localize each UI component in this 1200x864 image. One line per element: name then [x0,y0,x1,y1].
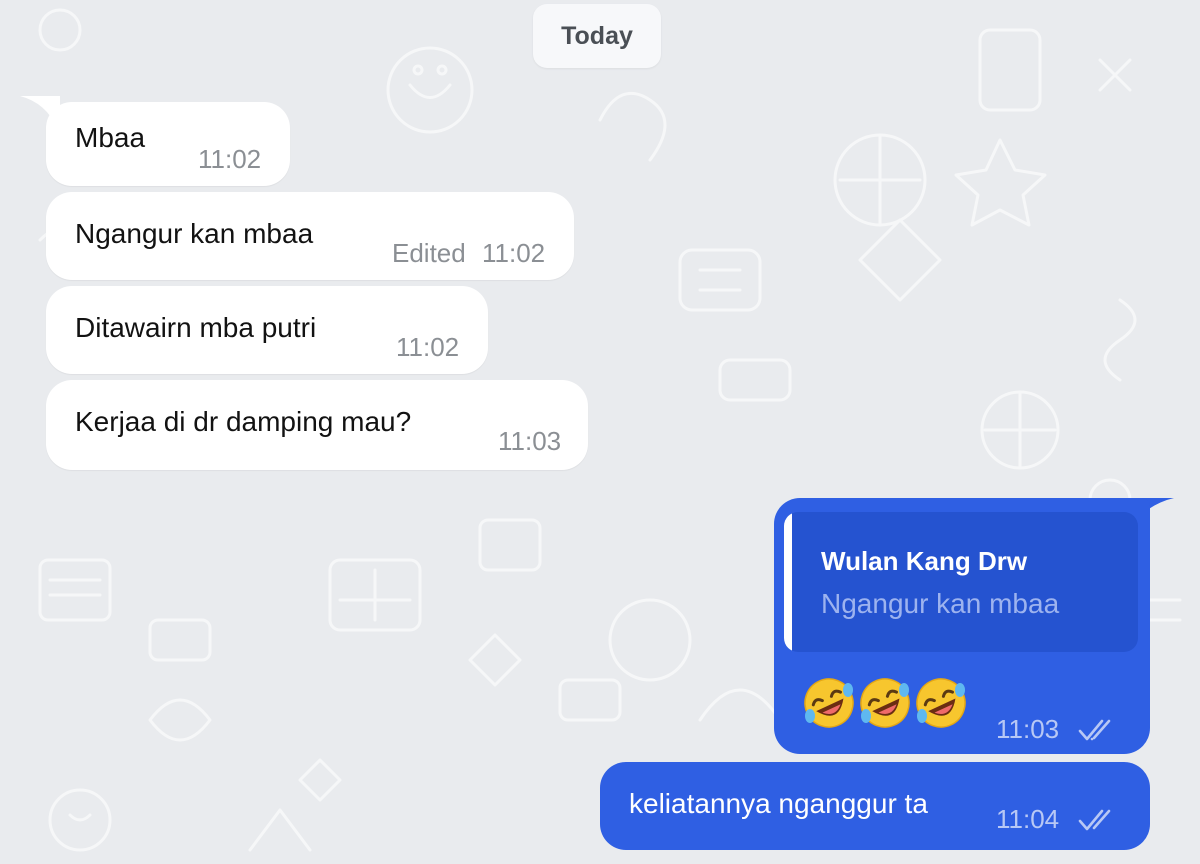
reply-quote-sender: Wulan Kang Drw [821,546,1028,576]
reply-quote[interactable]: Wulan Kang Drw Ngangur kan mbaa [784,512,1138,652]
date-separator: Today [533,4,661,68]
message-time: 11:04 [996,804,1060,834]
double-check-icon [1078,809,1111,831]
message-text: keliatannya nganggur ta [629,788,928,819]
message-bubble-outgoing[interactable]: keliatannya nganggur ta 11:04 [600,762,1150,850]
rolling-on-floor-laughing-emoji [804,678,854,728]
message-text: Kerjaa di dr damping mau? [75,406,412,437]
message-time: 11:02 [482,238,546,268]
message-text: Mbaa [75,122,146,153]
message-bubble-incoming[interactable]: Ngangur kan mbaa Edited 11:02 [46,192,574,280]
message-edited-label: Edited [392,238,466,268]
message-text: Ditawairn mba putri [75,312,317,343]
message-bubble-incoming[interactable]: Ditawairn mba putri 11:02 [46,286,488,374]
rolling-on-floor-laughing-emoji [860,678,910,728]
double-check-icon [1078,719,1111,741]
message-time: 11:03 [996,714,1060,744]
message-bubble-incoming[interactable]: Mbaa 11:02 [46,102,290,186]
reply-quote-text: Ngangur kan mbaa [821,588,1060,619]
reply-quote-bar [784,512,792,652]
message-time: 11:02 [198,144,262,174]
message-time: 11:02 [396,332,460,362]
message-text: Ngangur kan mbaa [75,218,314,249]
message-time: 11:03 [498,426,562,456]
message-bubble-incoming[interactable]: Kerjaa di dr damping mau? 11:03 [46,380,588,470]
rolling-on-floor-laughing-emoji [916,678,966,728]
